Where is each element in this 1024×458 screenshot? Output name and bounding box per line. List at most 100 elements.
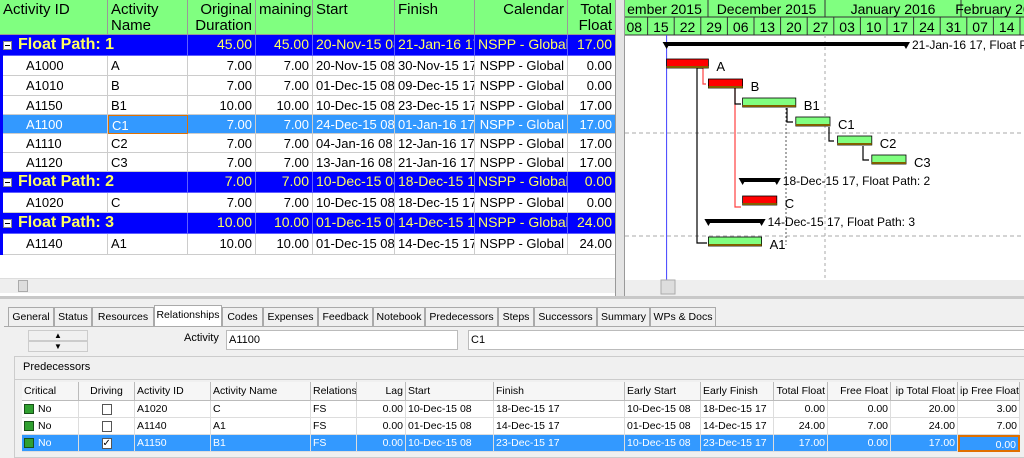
collapse-icon[interactable] [3,40,12,50]
pred-cell-finish[interactable]: 14-Dec-15 17 [494,418,625,435]
cell-original-duration[interactable]: 7.00 [188,76,256,96]
pred-cell-activity-id[interactable]: A1150 [135,435,211,452]
cell-total-float[interactable]: 0.00 [568,76,615,96]
cell-activity-id[interactable]: A1010 [0,76,108,96]
pred-cell-ip-total-float[interactable]: 24.00 [891,418,958,435]
activity-row[interactable]: A1120 C3 7.00 7.00 13-Jan-16 08 21-Jan-16 17 N… [0,153,615,172]
column-header-total-float[interactable]: Total Float [568,0,615,35]
cell-total-float[interactable]: 0.00 [568,56,615,76]
pred-cell-ip-free-float[interactable]: 3.00 [958,401,1020,418]
cell-finish[interactable]: 21-Jan-16 17 [395,153,475,172]
previous-activity-button[interactable]: ▲ [28,330,88,341]
tab-feedback[interactable]: Feedback [318,307,373,326]
grid-gantt-splitter[interactable] [616,0,624,296]
cell-activity-name[interactable]: C3 [108,153,188,172]
column-header-start[interactable]: Start [313,0,395,35]
pred-cell-ip-free-float[interactable]: 7.00 [958,418,1020,435]
cell-maining[interactable]: 7.00 [256,153,313,172]
pred-column-driving[interactable]: Driving [79,382,135,401]
pred-cell-relations[interactable]: FS [311,418,357,435]
cell-activity-id[interactable]: A1110 [0,134,108,153]
activity-name-field[interactable]: C1 [468,330,1024,350]
pred-cell-lag[interactable]: 0.00 [357,401,406,418]
activity-row[interactable]: A1010 B 7.00 7.00 01-Dec-15 08 09-Dec-15 17 NS… [0,76,615,96]
cell-maining[interactable]: 7.00 [256,76,313,96]
group-row[interactable]: Float Path: 2 7.00 7.00 10-Dec-15 08 18-Dec-… [0,172,615,193]
cell-total-float[interactable]: 17.00 [568,134,615,153]
pred-cell-activity-name[interactable]: C [211,401,311,418]
pred-cell-activity-id[interactable]: A1020 [135,401,211,418]
pred-cell-early-start[interactable]: 10-Dec-15 08 [625,435,701,452]
cell-calendar[interactable]: NSPP - Global [475,96,568,115]
pred-cell-relations[interactable]: FS [311,435,357,452]
cell-maining[interactable]: 10.00 [256,234,313,255]
cell-start[interactable]: 01-Dec-15 08 [313,234,395,255]
pred-cell-lag[interactable]: 0.00 [357,418,406,435]
cell-finish[interactable]: 14-Dec-15 17 [395,234,475,255]
cell-start[interactable]: 24-Dec-15 08 [313,115,395,134]
pred-cell-activity-name[interactable]: B1 [211,435,311,452]
tab-status[interactable]: Status [54,307,92,326]
cell-calendar[interactable]: NSPP - Global [475,115,568,134]
activity-row[interactable]: A1100 C1 7.00 7.00 24-Dec-15 08 01-Jan-16 17 N… [0,115,615,134]
tab-summary[interactable]: Summary [597,307,650,326]
pred-cell-start[interactable]: 01-Dec-15 08 [406,418,494,435]
collapse-icon[interactable] [3,177,12,187]
activity-row[interactable]: A1140 A1 10.00 10.00 01-Dec-15 08 14-Dec-15 1… [0,234,615,255]
cell-maining[interactable]: 7.00 [256,115,313,134]
column-header-activity-name[interactable]: Activity Name [108,0,188,35]
cell-activity-id[interactable]: A1150 [0,96,108,115]
cell-total-float[interactable]: 17.00 [568,96,615,115]
cell-start[interactable]: 10-Dec-15 08 [313,96,395,115]
group-row[interactable]: Float Path: 1 45.00 45.00 20-Nov-15 08 21-Ja… [0,35,615,56]
cell-activity-name[interactable]: C2 [108,134,188,153]
summary-bar[interactable] [742,178,777,182]
pred-column-lag[interactable]: Lag [357,382,406,401]
gantt-horizontal-scrollbar[interactable] [625,280,1024,296]
pred-cell-ip-total-float[interactable]: 17.00 [891,435,958,452]
next-activity-button[interactable]: ▼ [28,341,88,352]
cell-activity-name[interactable]: A [108,56,188,76]
tab-steps[interactable]: Steps [498,307,534,326]
pred-cell-activity-name[interactable]: A1 [211,418,311,435]
cell-activity-id[interactable]: A1100 [0,115,108,134]
cell-activity-id[interactable]: A1000 [0,56,108,76]
pred-column-start[interactable]: Start [406,382,494,401]
activity-row[interactable]: A1110 C2 7.00 7.00 04-Jan-16 08 12-Jan-16 17 N… [0,134,615,153]
tab-relationships[interactable]: Relationships [154,305,222,327]
cell-maining[interactable]: 7.00 [256,193,313,213]
pred-cell-total-float[interactable]: 24.00 [774,418,828,435]
cell-total-float[interactable]: 0.00 [568,193,615,213]
cell-original-duration[interactable]: 7.00 [188,56,256,76]
cell-original-duration[interactable]: 10.00 [188,96,256,115]
tab-notebook[interactable]: Notebook [373,307,425,326]
group-row[interactable]: Float Path: 3 10.00 10.00 01-Dec-15 08 14-De… [0,213,615,234]
pred-column-early-start[interactable]: Early Start [625,382,701,401]
cell-original-duration[interactable]: 10.00 [188,234,256,255]
pred-column-free-float[interactable]: Free Float [828,382,891,401]
cell-calendar[interactable]: NSPP - Global [475,193,568,213]
cell-activity-name[interactable]: B1 [108,96,188,115]
tab-codes[interactable]: Codes [222,307,263,326]
column-header-maining[interactable]: maining [256,0,313,35]
driving-checkbox[interactable] [101,420,112,432]
cell-finish[interactable]: 30-Nov-15 17 [395,56,475,76]
tab-wps-docs[interactable]: WPs & Docs [650,307,716,326]
activity-row[interactable]: A1020 C 7.00 7.00 10-Dec-15 08 18-Dec-15 17 NS… [0,193,615,213]
tab-expenses[interactable]: Expenses [263,307,318,326]
cell-activity-name[interactable]: B [108,76,188,96]
cell-activity-id[interactable]: A1140 [0,234,108,255]
cell-calendar[interactable]: NSPP - Global [475,153,568,172]
cell-maining[interactable]: 7.00 [256,134,313,153]
pred-cell-total-float[interactable]: 0.00 [774,401,828,418]
cell-start[interactable]: 04-Jan-16 08 [313,134,395,153]
tab-successors[interactable]: Successors [534,307,597,326]
summary-bar[interactable] [666,42,906,46]
collapse-icon[interactable] [3,218,12,228]
summary-bar[interactable] [708,219,762,223]
cell-calendar[interactable]: NSPP - Global [475,234,568,255]
cell-original-duration[interactable]: 7.00 [188,193,256,213]
pred-column-early-finish[interactable]: Early Finish [701,382,774,401]
column-header-original-duration[interactable]: Original Duration [188,0,256,35]
pred-column-relations[interactable]: Relations [311,382,357,401]
